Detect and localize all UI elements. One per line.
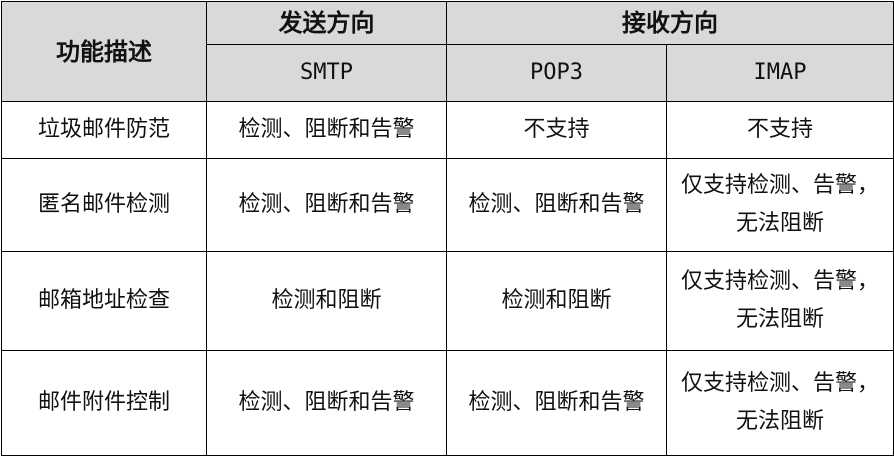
table-row: 邮件附件控制 检测、阻断和告警 检测、阻断和告警 仅支持检测、告警， 无法阻断 — [1, 350, 894, 456]
cell-text-line-2: 无法阻断 — [735, 409, 824, 434]
table-row: 垃圾邮件防范 检测、阻断和告警 不支持 不支持 — [1, 101, 894, 159]
cell-text-line-1: 仅支持检测、告警， — [680, 173, 879, 198]
table-row: 匿名邮件检测 检测、阻断和告警 检测、阻断和告警 仅支持检测、告警， 无法阻断 — [1, 158, 894, 252]
imap-cell: 不支持 — [666, 101, 894, 159]
cell-text: 不支持 — [746, 117, 813, 142]
cell-text-line-1: 仅支持检测、告警， — [680, 371, 879, 396]
email-security-feature-table: 功能描述 发送方向 接收方向 SMTP POP3 IMAP 垃圾邮件防范 检测、… — [1, 1, 894, 456]
imap-cell: 仅支持检测、告警， 无法阻断 — [666, 158, 894, 252]
cell-text-line-2: 无法阻断 — [735, 211, 824, 236]
cell-text: 不支持 — [523, 117, 590, 142]
cell-text-line-2: 无法阻断 — [735, 307, 824, 332]
smtp-column-header: SMTP — [206, 44, 447, 102]
feature-column-header: 功能描述 — [1, 1, 207, 102]
feature-cell: 匿名邮件检测 — [1, 158, 207, 252]
cell-text: 检测、阻断和告警 — [238, 192, 415, 217]
feature-cell: 垃圾邮件防范 — [1, 101, 207, 159]
cell-text: 检测、阻断和告警 — [468, 390, 645, 415]
imap-cell: 仅支持检测、告警， 无法阻断 — [666, 350, 894, 456]
feature-cell: 邮箱地址检查 — [1, 251, 207, 351]
cell-text-line-1: 仅支持检测、告警， — [680, 269, 879, 294]
imap-cell: 仅支持检测、告警， 无法阻断 — [666, 251, 894, 351]
cell-text: 检测和阻断 — [271, 288, 382, 313]
table-row: 邮箱地址检查 检测和阻断 检测和阻断 仅支持检测、告警， 无法阻断 — [1, 251, 894, 351]
imap-column-header: IMAP — [666, 44, 894, 102]
send-direction-header: 发送方向 — [206, 1, 447, 45]
pop3-cell: 检测、阻断和告警 — [446, 350, 667, 456]
cell-text: 检测、阻断和告警 — [238, 390, 415, 415]
pop3-column-header: POP3 — [446, 44, 667, 102]
pop3-cell: 检测、阻断和告警 — [446, 158, 667, 252]
smtp-cell: 检测、阻断和告警 — [206, 158, 447, 252]
pop3-cell: 不支持 — [446, 101, 667, 159]
smtp-cell: 检测、阻断和告警 — [206, 350, 447, 456]
cell-text: 检测、阻断和告警 — [468, 192, 645, 217]
cell-text: 检测和阻断 — [501, 288, 612, 313]
smtp-cell: 检测和阻断 — [206, 251, 447, 351]
feature-cell: 邮件附件控制 — [1, 350, 207, 456]
pop3-cell: 检测和阻断 — [446, 251, 667, 351]
receive-direction-header: 接收方向 — [446, 1, 894, 45]
smtp-cell: 检测、阻断和告警 — [206, 101, 447, 159]
cell-text: 检测、阻断和告警 — [238, 117, 415, 142]
